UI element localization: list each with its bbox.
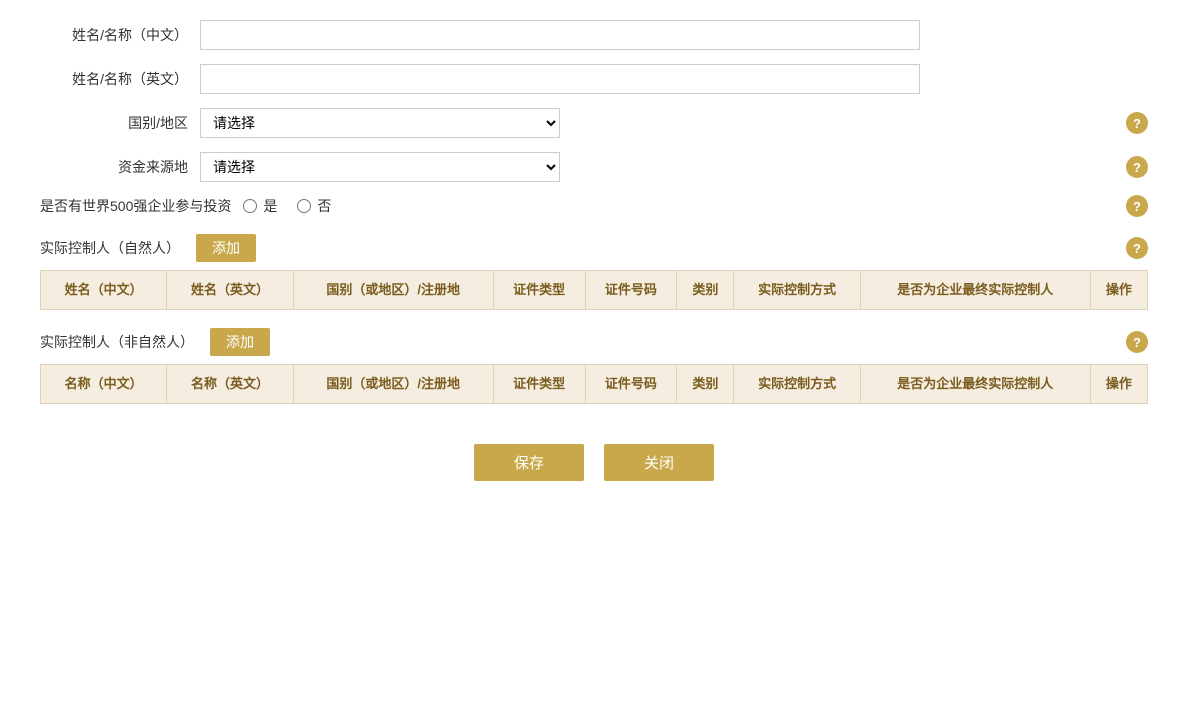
name-en-label: 姓名/名称（英文）: [40, 69, 200, 89]
non-natural-person-col-action: 操作: [1090, 365, 1147, 404]
non-natural-person-col-category: 类别: [677, 365, 734, 404]
non-natural-person-col-control-method: 实际控制方式: [734, 365, 860, 404]
natural-person-col-action: 操作: [1090, 271, 1147, 310]
natural-person-col-cert-no: 证件号码: [585, 271, 677, 310]
non-natural-person-col-name-cn: 名称（中文）: [41, 365, 167, 404]
country-label: 国别/地区: [40, 113, 200, 133]
fortune500-row: 是否有世界500强企业参与投资 是 否 ?: [40, 196, 1148, 216]
non-natural-person-col-name-en: 名称（英文）: [167, 365, 293, 404]
name-cn-input[interactable]: [200, 20, 920, 50]
natural-person-col-cert-type: 证件类型: [493, 271, 585, 310]
fortune500-yes-option[interactable]: 是: [243, 196, 277, 216]
natural-person-col-name-en: 姓名（英文）: [167, 271, 293, 310]
fortune500-radio-group: 是 否: [243, 196, 331, 216]
name-en-input[interactable]: [200, 64, 920, 94]
fortune500-no-label: 否: [317, 196, 331, 216]
country-select[interactable]: 请选择: [200, 108, 560, 138]
name-en-row: 姓名/名称（英文）: [40, 64, 1148, 94]
natural-person-header: 实际控制人（自然人） 添加 ?: [40, 234, 1148, 262]
form-section: 姓名/名称（中文） 姓名/名称（英文） 国别/地区 请选择 ? 资金来源地 请选…: [40, 20, 1148, 216]
natural-person-col-category: 类别: [677, 271, 734, 310]
natural-person-col-name-cn: 姓名（中文）: [41, 271, 167, 310]
natural-person-help-icon[interactable]: ?: [1126, 237, 1148, 259]
close-button[interactable]: 关闭: [604, 444, 714, 481]
natural-person-table-header-row: 姓名（中文） 姓名（英文） 国别（或地区）/注册地 证件类型 证件号码 类别 实…: [41, 271, 1148, 310]
fund-source-select[interactable]: 请选择: [200, 152, 560, 182]
non-natural-person-table-header-row: 名称（中文） 名称（英文） 国别（或地区）/注册地 证件类型 证件号码 类别 实…: [41, 365, 1148, 404]
fortune500-no-option[interactable]: 否: [297, 196, 331, 216]
name-cn-row: 姓名/名称（中文）: [40, 20, 1148, 50]
natural-person-add-button[interactable]: 添加: [196, 234, 256, 262]
natural-person-col-is-final: 是否为企业最终实际控制人: [860, 271, 1090, 310]
non-natural-person-col-cert-type: 证件类型: [493, 365, 585, 404]
save-button[interactable]: 保存: [474, 444, 584, 481]
fortune500-yes-label: 是: [263, 196, 277, 216]
country-row: 国别/地区 请选择 ?: [40, 108, 1148, 138]
fund-source-label: 资金来源地: [40, 157, 200, 177]
fortune500-label: 是否有世界500强企业参与投资: [40, 196, 243, 216]
natural-person-section: 实际控制人（自然人） 添加 ? 姓名（中文） 姓名（英文） 国别（或地区）/注册…: [40, 234, 1148, 310]
non-natural-person-help-icon[interactable]: ?: [1126, 331, 1148, 353]
natural-person-title: 实际控制人（自然人）: [40, 238, 180, 258]
fund-source-help-icon[interactable]: ?: [1126, 156, 1148, 178]
non-natural-person-header: 实际控制人（非自然人） 添加 ?: [40, 328, 1148, 356]
fortune500-yes-radio[interactable]: [243, 199, 257, 213]
non-natural-person-col-is-final: 是否为企业最终实际控制人: [860, 365, 1090, 404]
non-natural-person-add-button[interactable]: 添加: [210, 328, 270, 356]
non-natural-person-table: 名称（中文） 名称（英文） 国别（或地区）/注册地 证件类型 证件号码 类别 实…: [40, 364, 1148, 404]
non-natural-person-col-country: 国别（或地区）/注册地: [293, 365, 493, 404]
natural-person-table: 姓名（中文） 姓名（英文） 国别（或地区）/注册地 证件类型 证件号码 类别 实…: [40, 270, 1148, 310]
fortune500-help-icon[interactable]: ?: [1126, 195, 1148, 217]
fortune500-no-radio[interactable]: [297, 199, 311, 213]
fund-source-row: 资金来源地 请选择 ?: [40, 152, 1148, 182]
natural-person-col-country: 国别（或地区）/注册地: [293, 271, 493, 310]
non-natural-person-section: 实际控制人（非自然人） 添加 ? 名称（中文） 名称（英文） 国别（或地区）/注…: [40, 328, 1148, 404]
name-cn-label: 姓名/名称（中文）: [40, 25, 200, 45]
non-natural-person-col-cert-no: 证件号码: [585, 365, 677, 404]
country-help-icon[interactable]: ?: [1126, 112, 1148, 134]
action-area: 保存 关闭: [40, 444, 1148, 481]
non-natural-person-title: 实际控制人（非自然人）: [40, 332, 194, 352]
natural-person-col-control-method: 实际控制方式: [734, 271, 860, 310]
